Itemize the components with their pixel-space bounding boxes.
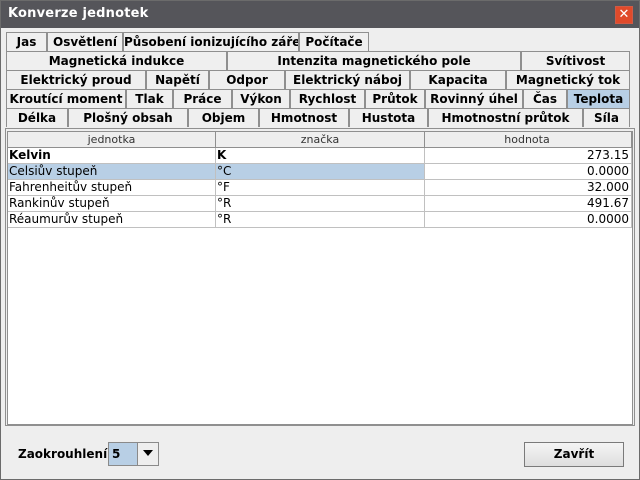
tab-prace[interactable]: Práce — [173, 89, 232, 108]
close-icon[interactable]: ✕ — [615, 6, 633, 24]
close-button[interactable]: Zavřít — [524, 442, 624, 467]
tab-kapacita[interactable]: Kapacita — [410, 70, 506, 89]
tab-sila[interactable]: Síla — [583, 108, 630, 127]
tab-ionizujici-zareni[interactable]: Působení ionizujícího záření — [123, 32, 299, 51]
unit-value[interactable]: 0.0000 — [425, 164, 632, 180]
column-header-jednotka[interactable]: jednotka — [8, 132, 216, 148]
tab-objem[interactable]: Objem — [188, 108, 259, 127]
tab-vykon[interactable]: Výkon — [232, 89, 290, 108]
window-title: Konverze jednotek — [8, 6, 149, 21]
unit-name: Réaumurův stupeň — [8, 212, 216, 228]
tab-jas[interactable]: Jas — [6, 32, 47, 51]
unit-symbol: °R — [216, 196, 425, 212]
tab-prutok[interactable]: Průtok — [365, 89, 425, 108]
table-row[interactable]: Fahrenheitův stupeň °F 32.000 — [8, 180, 632, 196]
tab-elektricky-proud[interactable]: Elektrický proud — [6, 70, 146, 89]
tab-osvetleni[interactable]: Osvětlení — [47, 32, 123, 51]
table-row[interactable]: Rankinův stupeň °R 491.67 — [8, 196, 632, 212]
tab-intenzita-magnetickeho-pole[interactable]: Intenzita magnetického pole — [227, 51, 521, 70]
rounding-value[interactable]: 5 — [109, 443, 137, 465]
unit-value[interactable]: 0.0000 — [425, 212, 632, 228]
rounding-select[interactable]: 5 — [108, 442, 159, 466]
tab-hmotnost[interactable]: Hmotnost — [259, 108, 349, 127]
table-row[interactable]: Celsiův stupeň °C 0.0000 — [8, 164, 632, 180]
tab-magneticka-indukce[interactable]: Magnetická indukce — [6, 51, 227, 70]
chevron-down-icon[interactable] — [137, 443, 158, 465]
dialog-window: Konverze jednotek ✕ Jas Osvětlení Působe… — [0, 0, 640, 480]
tab-cas[interactable]: Čas — [523, 89, 567, 108]
unit-name: Kelvin — [8, 148, 216, 164]
tab-pocitace[interactable]: Počítače — [299, 32, 369, 51]
unit-name: Fahrenheitův stupeň — [8, 180, 216, 196]
tab-krouticí-moment[interactable]: Kroutící moment — [6, 89, 126, 108]
tab-hustota[interactable]: Hustota — [349, 108, 428, 127]
tab-elektricky-naboj[interactable]: Elektrický náboj — [285, 70, 410, 89]
unit-symbol: °C — [216, 164, 425, 180]
tab-rovinny-uhel[interactable]: Rovinný úhel — [425, 89, 523, 108]
unit-symbol: K — [216, 148, 425, 164]
unit-symbol: °R — [216, 212, 425, 228]
tab-magneticky-tok[interactable]: Magnetický tok — [506, 70, 630, 89]
table-row[interactable]: Kelvin K 273.15 — [8, 148, 632, 164]
tab-teplota[interactable]: Teplota — [567, 89, 630, 108]
tab-rychlost[interactable]: Rychlost — [290, 89, 365, 108]
unit-value[interactable]: 491.67 — [425, 196, 632, 212]
units-table: jednotka značka hodnota Kelvin K 273.15 … — [7, 131, 633, 425]
table-header: jednotka značka hodnota — [8, 132, 632, 148]
column-header-znacka[interactable]: značka — [216, 132, 425, 148]
tab-hmotnostni-prutok[interactable]: Hmotnostní průtok — [428, 108, 583, 127]
unit-value[interactable]: 32.000 — [425, 180, 632, 196]
rounding-label: Zaokrouhlení: — [18, 447, 112, 461]
unit-name: Celsiův stupeň — [8, 164, 216, 180]
column-header-hodnota[interactable]: hodnota — [425, 132, 632, 148]
tab-odpor[interactable]: Odpor — [209, 70, 285, 89]
table-row[interactable]: Réaumurův stupeň °R 0.0000 — [8, 212, 632, 228]
unit-value[interactable]: 273.15 — [425, 148, 632, 164]
tab-napeti[interactable]: Napětí — [146, 70, 209, 89]
tab-svitivost[interactable]: Svítivost — [521, 51, 630, 70]
tab-tlak[interactable]: Tlak — [126, 89, 173, 108]
title-bar[interactable]: Konverze jednotek ✕ — [1, 1, 639, 28]
unit-symbol: °F — [216, 180, 425, 196]
tab-delka[interactable]: Délka — [6, 108, 68, 127]
unit-name: Rankinův stupeň — [8, 196, 216, 212]
tab-plosny-obsah[interactable]: Plošný obsah — [68, 108, 188, 127]
